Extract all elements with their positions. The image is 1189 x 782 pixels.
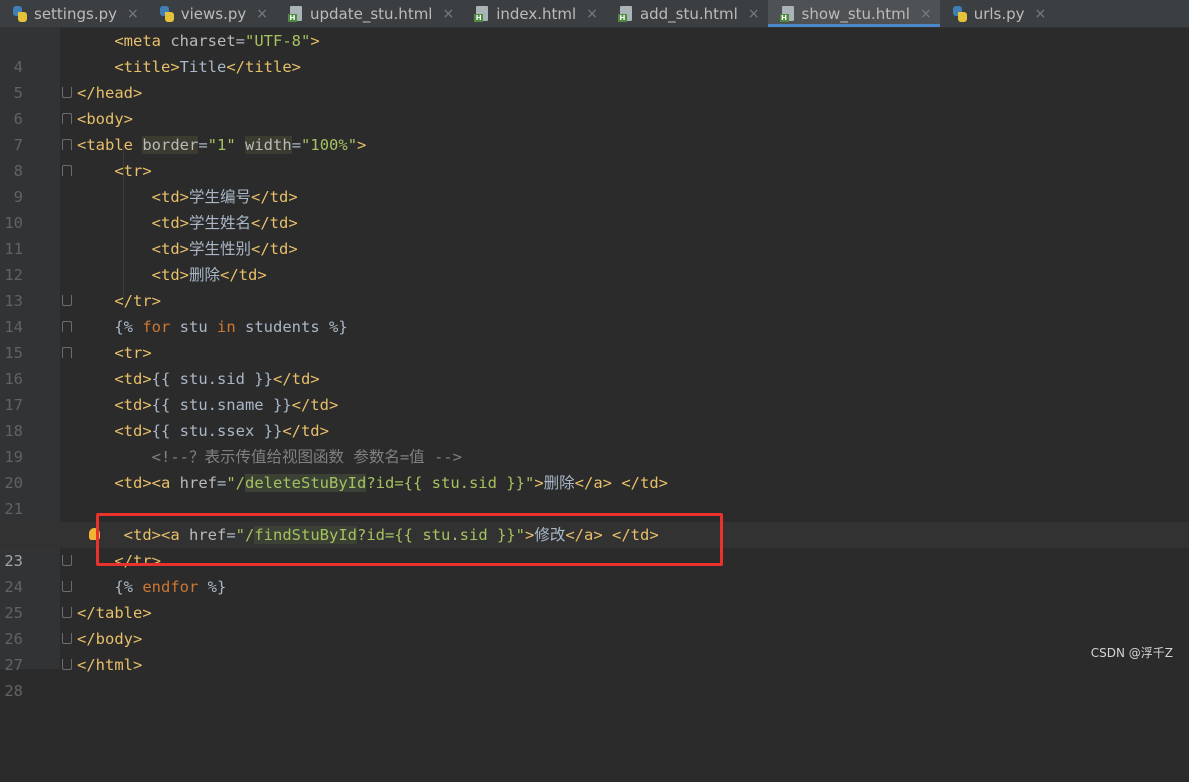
tab-label: index.html [496, 4, 577, 23]
code-line[interactable]: 7 <body> [0, 106, 1189, 154]
html-file-icon: H [779, 5, 796, 22]
fold-end-icon[interactable] [62, 581, 72, 592]
tab-index-html[interactable]: H index.html × [462, 0, 606, 27]
fold-start-icon[interactable] [62, 139, 72, 150]
close-icon[interactable]: × [256, 6, 268, 22]
python-file-icon [952, 5, 968, 22]
close-icon[interactable]: × [748, 6, 760, 22]
fold-start-icon[interactable] [62, 321, 72, 332]
code-line[interactable]: 10 <td>学生编号</td> [0, 184, 1189, 232]
code-line[interactable]: 5 <title>Title</title> [0, 54, 1189, 102]
code-line[interactable]: 6 </head> [0, 80, 1189, 128]
code-line[interactable]: 16 <tr> [0, 340, 1189, 388]
tab-label: add_stu.html [639, 4, 738, 23]
tab-settings-py[interactable]: settings.py × [0, 0, 147, 27]
fold-end-icon[interactable] [62, 295, 72, 306]
fold-start-icon[interactable] [62, 113, 72, 124]
close-icon[interactable]: × [586, 6, 598, 22]
python-file-icon [159, 5, 175, 22]
code-line[interactable]: 20 <!--？表示传值给视图函数 参数名=值 --> [0, 444, 1189, 492]
fold-end-icon[interactable] [62, 633, 72, 644]
tab-label: settings.py [34, 4, 117, 23]
fold-end-icon[interactable] [62, 607, 72, 618]
code-line[interactable]: 27 </body> [0, 626, 1189, 674]
close-icon[interactable]: × [127, 6, 139, 22]
fold-start-icon[interactable] [62, 165, 72, 176]
code-line[interactable]: 25 {% endfor %} [0, 574, 1189, 622]
code-line[interactable]: 12 <td>学生性别</td> [0, 236, 1189, 284]
code-line[interactable]: 9 <tr> [0, 158, 1189, 206]
highlight-box [96, 513, 723, 566]
code-line[interactable]: 19 <td>{{ stu.ssex }}</td> [0, 418, 1189, 466]
code-line[interactable]: 28 </html> [0, 652, 1189, 700]
tab-update-stu-html[interactable]: H update_stu.html × [276, 0, 462, 27]
html-file-icon: H [474, 5, 490, 22]
code-editor[interactable]: 4 <meta charset="UTF-8"> 5 <title>Title<… [0, 28, 1189, 700]
tab-urls-py[interactable]: urls.py × [940, 0, 1055, 27]
code-line[interactable]: 4 <meta charset="UTF-8"> [0, 28, 1189, 76]
code-line[interactable]: 11 <td>学生姓名</td> [0, 210, 1189, 258]
tab-label: views.py [180, 4, 247, 23]
fold-end-icon[interactable] [62, 87, 72, 98]
tab-add-stu-html[interactable]: H add_stu.html × [606, 0, 768, 27]
fold-end-icon[interactable] [62, 659, 72, 670]
code-line[interactable]: 17 <td>{{ stu.sid }}</td> [0, 366, 1189, 414]
code-line[interactable]: 14 </tr> [0, 288, 1189, 336]
fold-end-icon[interactable] [62, 555, 72, 566]
close-icon[interactable]: × [1035, 6, 1047, 22]
code-line[interactable]: 18 <td>{{ stu.sname }}</td> [0, 392, 1189, 440]
html-file-icon: H [287, 5, 304, 22]
code-line[interactable]: 8 <table border="1" width="100%"> [0, 132, 1189, 180]
close-icon[interactable]: × [442, 6, 454, 22]
tab-views-py[interactable]: views.py × [147, 0, 276, 27]
html-comment: <!--？表示传值给视图函数 参数名=值 --> [151, 448, 462, 466]
editor-tab-bar: settings.py × views.py × H update_stu.ht… [0, 0, 1189, 28]
code-line[interactable]: 21 <td><a href="/deleteStuById?id={{ stu… [0, 470, 1189, 518]
tab-label: urls.py [973, 4, 1025, 23]
watermark: CSDN @浮千Z [1090, 646, 1173, 660]
tab-label: show_stu.html [801, 4, 910, 23]
close-icon[interactable]: × [920, 6, 932, 22]
code-line[interactable]: 26 </table> [0, 600, 1189, 648]
line-number: 28 [4, 682, 23, 700]
html-file-icon: H [617, 5, 634, 22]
code-line[interactable]: 13 <td>删除</td> [0, 262, 1189, 310]
fold-start-icon[interactable] [62, 347, 72, 358]
code-line[interactable]: 15 {% for stu in students %} [0, 314, 1189, 362]
tab-show-stu-html[interactable]: H show_stu.html × [767, 0, 940, 27]
tab-label: update_stu.html [309, 4, 433, 23]
python-file-icon [12, 5, 28, 22]
